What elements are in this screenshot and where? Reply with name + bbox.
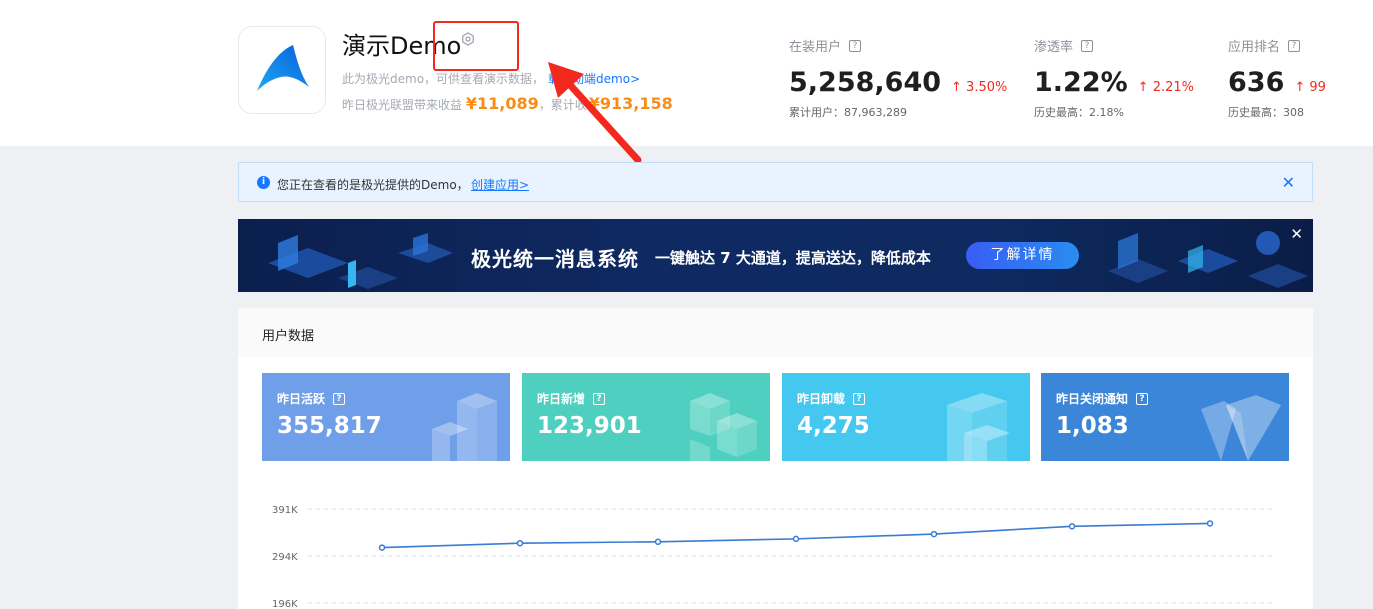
user-trend-line-chart: 391K 294K 196K (272, 505, 1276, 609)
stat-sub: 历史最高：2.18% (1034, 106, 1124, 119)
chart-data-point[interactable] (378, 544, 386, 551)
banner-close-icon[interactable]: ✕ (1290, 225, 1303, 243)
metric-value: 355,817 (277, 413, 382, 439)
user-data-card: 用户数据 昨日活跃? 355,817 昨日新增? 123,901 昨日卸载 ? … (238, 308, 1313, 609)
banner-subtitle: 一键触达 7 大通道，提高送达，降低成本 (655, 249, 931, 267)
demo-notice: i 您正在查看的是极光提供的Demo， 创建应用> ✕ (238, 162, 1313, 202)
metric-value: 123,901 (537, 413, 642, 439)
metric-label: 昨日新增 (537, 392, 586, 406)
chart-y-tick-label: 391K (272, 505, 298, 516)
stat-value: 636 (1228, 67, 1285, 98)
help-icon[interactable]: ? (853, 392, 866, 405)
stat-label: 应用排名 (1228, 40, 1281, 55)
chart-data-point[interactable] (516, 539, 524, 547)
help-icon[interactable]: ? (849, 39, 862, 52)
promo-banner[interactable]: 极光统一消息系统 一键触达 7 大通道，提高送达，降低成本 了解详情 ✕ (238, 219, 1313, 292)
help-icon[interactable]: ? (333, 392, 346, 405)
stat-change: ↑ 3.50% (951, 80, 1008, 95)
help-icon[interactable]: ? (1288, 39, 1301, 52)
info-icon: i (257, 176, 270, 189)
metric-label: 昨日卸载 (797, 392, 846, 406)
app-logo-icon (257, 45, 309, 91)
metric-card-uninstall: 昨日卸载? 4,275 (782, 373, 1030, 461)
help-icon[interactable]: ? (1136, 392, 1149, 405)
learn-more-button[interactable]: 了解详情 (966, 242, 1079, 269)
chart-data-point[interactable] (1068, 523, 1076, 530)
chart-y-tick-label: 196K (272, 599, 298, 609)
chart-data-point[interactable] (792, 535, 800, 543)
stat-value: 5,258,640 (789, 67, 942, 98)
chart-data-point[interactable] (930, 530, 938, 538)
cubes-icon (690, 393, 757, 461)
metric-label: 昨日活跃 (277, 392, 326, 406)
annotation-highlight-box (433, 21, 519, 71)
stat-value: 1.22% (1034, 67, 1128, 98)
chart-data-point[interactable] (654, 538, 662, 546)
banner-illustration-left-icon (268, 233, 453, 289)
annotation-arrow-icon (548, 62, 642, 164)
stat-sub: 历史最高：308 (1228, 106, 1304, 119)
stat-installed-users: 在装用户? 5,258,640 ↑ 3.50% 累计用户：87,963,289 (789, 36, 1007, 120)
metric-value: 4,275 (797, 413, 870, 439)
banner-title: 极光统一消息系统 (471, 247, 639, 271)
metric-value: 1,083 (1056, 413, 1129, 439)
card-title: 用户数据 (238, 308, 1313, 357)
stat-app-rank: 应用排名? 636 ↑ 99 历史最高：308 (1228, 36, 1326, 120)
notice-text: 您正在查看的是极光提供的Demo， (277, 178, 469, 192)
banner-illustration-right-icon (1108, 231, 1308, 288)
create-app-link[interactable]: 创建应用> (471, 176, 529, 193)
income-prefix: 昨日极光联盟带来收益 (342, 98, 463, 112)
stacked-blocks-icon (947, 393, 1010, 461)
chart-y-tick-label: 294K (272, 552, 298, 563)
help-icon[interactable]: ? (593, 392, 606, 405)
metric-card-notify-off: 昨日关闭通知? 1,083 (1041, 373, 1289, 461)
stat-label: 渗透率 (1034, 40, 1074, 55)
close-icon[interactable]: ✕ (1282, 173, 1295, 192)
help-icon[interactable]: ? (1081, 39, 1094, 52)
metric-card-active: 昨日活跃? 355,817 (262, 373, 510, 461)
stat-change: ↑ 2.21% (1137, 80, 1194, 95)
app-logo (238, 26, 326, 114)
stat-change: ↑ 99 (1294, 80, 1326, 95)
chart-series-line (381, 522, 1211, 549)
inverted-pyramids-icon (1201, 395, 1281, 461)
metric-label: 昨日关闭通知 (1056, 392, 1129, 406)
metric-card-new: 昨日新增? 123,901 (522, 373, 770, 461)
income-yesterday: ¥11,089 (465, 94, 539, 113)
stat-sub: 累计用户：87,963,289 (789, 106, 907, 119)
description-text: 此为极光demo，可供查看演示数据， (342, 72, 545, 86)
stat-penetration: 渗透率? 1.22% ↑ 2.21% 历史最高：2.18% (1034, 36, 1194, 120)
app-header: 演示Demo 此为极光demo，可供查看演示数据， 载移动端demo> 昨日极光联… (0, 0, 1373, 146)
stat-label: 在装用户 (789, 40, 842, 55)
chart-data-point[interactable] (1206, 520, 1214, 527)
cube-bars-icon (432, 393, 497, 461)
